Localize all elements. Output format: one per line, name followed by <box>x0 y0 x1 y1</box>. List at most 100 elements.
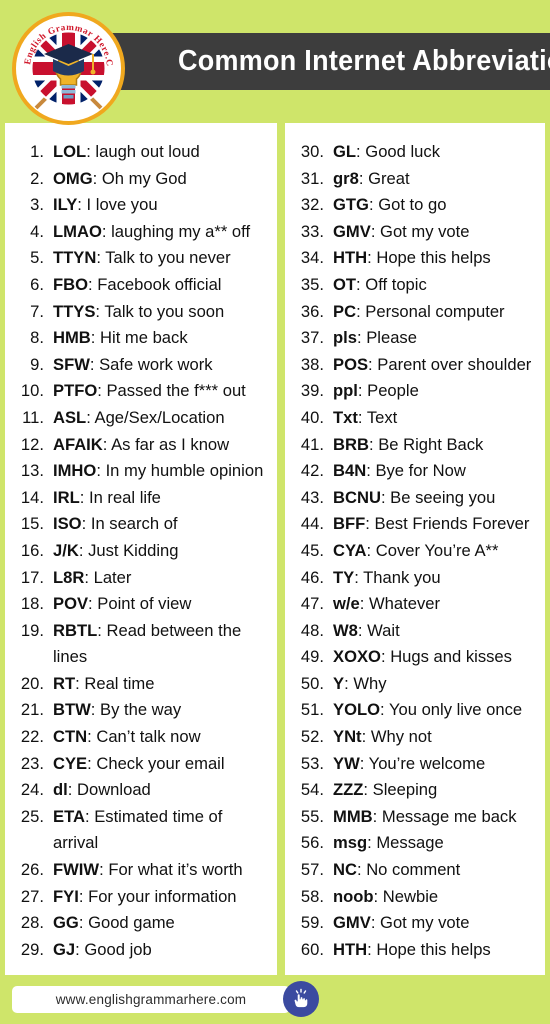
abbreviation-number: 6. <box>30 274 44 294</box>
abbreviation-meaning: Passed the f*** out <box>106 381 246 401</box>
abbreviation-meaning: Safe work work <box>99 354 213 374</box>
abbreviation-item: 55. MMB: Message me back <box>291 804 539 831</box>
abbreviation-term: POV <box>53 594 89 614</box>
abbreviation-term: B4N <box>333 461 367 481</box>
abbreviation-column-right: 30. GL: Good luck 31. gr8: Great 32. GTG: Got… <box>285 123 545 975</box>
website-url-pill[interactable]: www.englishgrammarhere.com <box>12 986 290 1013</box>
abbreviation-item: 8. HMB: Hit me back <box>11 325 271 352</box>
abbreviation-item: 48. W8: Wait <box>291 618 539 645</box>
abbreviation-body: w/e: Whatever <box>333 591 539 618</box>
abbreviation-number: 19. <box>20 620 44 640</box>
abbreviation-body: HTH: Hope this helps <box>333 245 539 272</box>
click-hand-glyph <box>293 988 309 1008</box>
abbreviation-item: 47. w/e: Whatever <box>291 591 539 618</box>
abbreviation-number: 39. <box>300 381 324 401</box>
abbreviation-body: RBTL: Read between the lines <box>53 618 271 671</box>
abbreviation-meaning: Later <box>93 567 132 587</box>
abbreviation-term: ZZZ <box>333 780 364 800</box>
abbreviation-item: 12. AFAIK: As far as I know <box>11 432 271 459</box>
abbreviation-meaning: Whatever <box>368 594 440 614</box>
abbreviation-separator: : <box>95 301 105 321</box>
abbreviation-separator: : <box>90 328 101 348</box>
abbreviation-item: 54. ZZZ: Sleeping <box>291 777 539 804</box>
abbreviation-body: pls: Please <box>333 325 539 352</box>
abbreviation-term: L8R <box>53 567 85 587</box>
abbreviation-separator: : <box>87 727 97 747</box>
abbreviation-term: OMG <box>53 168 93 188</box>
abbreviation-item: 43. BCNU: Be seeing you <box>291 485 539 512</box>
abbreviation-term: J/K <box>53 540 79 560</box>
abbreviation-item: 29. GJ: Good job <box>11 937 271 964</box>
abbreviation-body: CTN: Can’t talk now <box>53 724 271 751</box>
abbreviation-item: 45. CYA: Cover You’re A** <box>291 538 539 565</box>
abbreviation-number: 21. <box>20 700 44 720</box>
abbreviation-separator: : <box>370 913 381 933</box>
abbreviation-separator: : <box>380 487 391 507</box>
abbreviation-separator: : <box>88 594 98 614</box>
abbreviation-item: 40. Txt: Text <box>291 405 539 432</box>
abbreviation-body: ETA: Estimated time of arrival <box>53 804 271 857</box>
abbreviation-meaning: I love you <box>86 195 158 215</box>
abbreviation-number: 52. <box>300 727 324 747</box>
abbreviation-separator: : <box>89 354 100 374</box>
abbreviation-number: 48. <box>300 620 324 640</box>
abbreviation-term: PC <box>333 301 357 321</box>
abbreviation-meaning: Oh my God <box>101 168 187 188</box>
abbreviation-item: 41. BRB: Be Right Back <box>291 432 539 459</box>
abbreviation-item: 35. OT: Off topic <box>291 272 539 299</box>
abbreviation-separator: : <box>357 620 368 640</box>
abbreviation-term: W8 <box>333 620 358 640</box>
abbreviation-term: XOXO <box>333 647 381 667</box>
abbreviation-meaning: Be seeing you <box>390 487 496 507</box>
abbreviation-body: RT: Real time <box>53 671 271 698</box>
abbreviation-item: 4. LMAO: laughing my a** off <box>11 219 271 246</box>
abbreviation-number: 49. <box>300 647 324 667</box>
abbreviation-number: 31. <box>300 168 324 188</box>
abbreviation-body: SFW: Safe work work <box>53 352 271 379</box>
abbreviation-item: 50. Y: Why <box>291 671 539 698</box>
abbreviation-meaning: Check your email <box>96 753 225 773</box>
abbreviation-meaning: laughing my a** off <box>111 221 251 241</box>
abbreviation-meaning: Facebook official <box>97 274 222 294</box>
abbreviation-separator: : <box>102 434 112 454</box>
abbreviation-meaning: Personal computer <box>365 301 505 321</box>
abbreviation-body: LOL: laugh out loud <box>53 139 271 166</box>
abbreviation-separator: : <box>370 221 381 241</box>
abbreviation-body: msg: Message <box>333 830 539 857</box>
abbreviation-item: 51. YOLO: You only live once <box>291 697 539 724</box>
abbreviation-term: TTYS <box>53 301 96 321</box>
abbreviation-separator: : <box>367 248 377 268</box>
abbreviation-body: GMV: Got my vote <box>333 219 539 246</box>
abbreviation-term: GL <box>333 142 357 161</box>
abbreviation-body: dl: Download <box>53 777 271 804</box>
abbreviation-meaning: Newbie <box>382 886 439 906</box>
abbreviation-term: ISO <box>53 514 82 534</box>
abbreviation-number: 18. <box>20 594 44 614</box>
abbreviation-separator: : <box>87 753 97 773</box>
abbreviation-term: GTG <box>333 195 369 215</box>
abbreviation-term: GJ <box>53 939 76 959</box>
abbreviation-item: 20. RT: Real time <box>11 671 271 698</box>
abbreviation-separator: : <box>344 673 354 693</box>
abbreviation-body: Y: Why <box>333 671 539 698</box>
abbreviation-separator: : <box>356 301 366 321</box>
abbreviation-separator: : <box>359 753 369 773</box>
abbreviation-meaning: Please <box>366 328 417 348</box>
abbreviation-separator: : <box>356 328 367 348</box>
english-grammar-here-logo: English Grammar Here.Com <box>12 12 125 125</box>
abbreviation-body: POS: Parent over shoulder <box>333 352 539 379</box>
abbreviation-number: 22. <box>20 727 44 747</box>
abbreviation-separator: : <box>101 221 112 241</box>
abbreviation-separator: : <box>75 939 85 959</box>
abbreviation-number: 34. <box>300 248 324 268</box>
abbreviation-separator: : <box>99 860 109 880</box>
abbreviation-term: Txt <box>333 407 358 427</box>
abbreviation-separator: : <box>359 594 369 614</box>
abbreviation-item: 19. RBTL: Read between the lines <box>11 618 271 671</box>
abbreviation-item: 39. ppl: People <box>291 378 539 405</box>
abbreviation-item: 42. B4N: Bye for Now <box>291 458 539 485</box>
abbreviation-term: BCNU <box>333 487 381 507</box>
abbreviation-item: 7. TTYS: Talk to you soon <box>11 299 271 326</box>
abbreviation-body: L8R: Later <box>53 565 271 592</box>
abbreviation-item: 23. CYE: Check your email <box>11 751 271 778</box>
